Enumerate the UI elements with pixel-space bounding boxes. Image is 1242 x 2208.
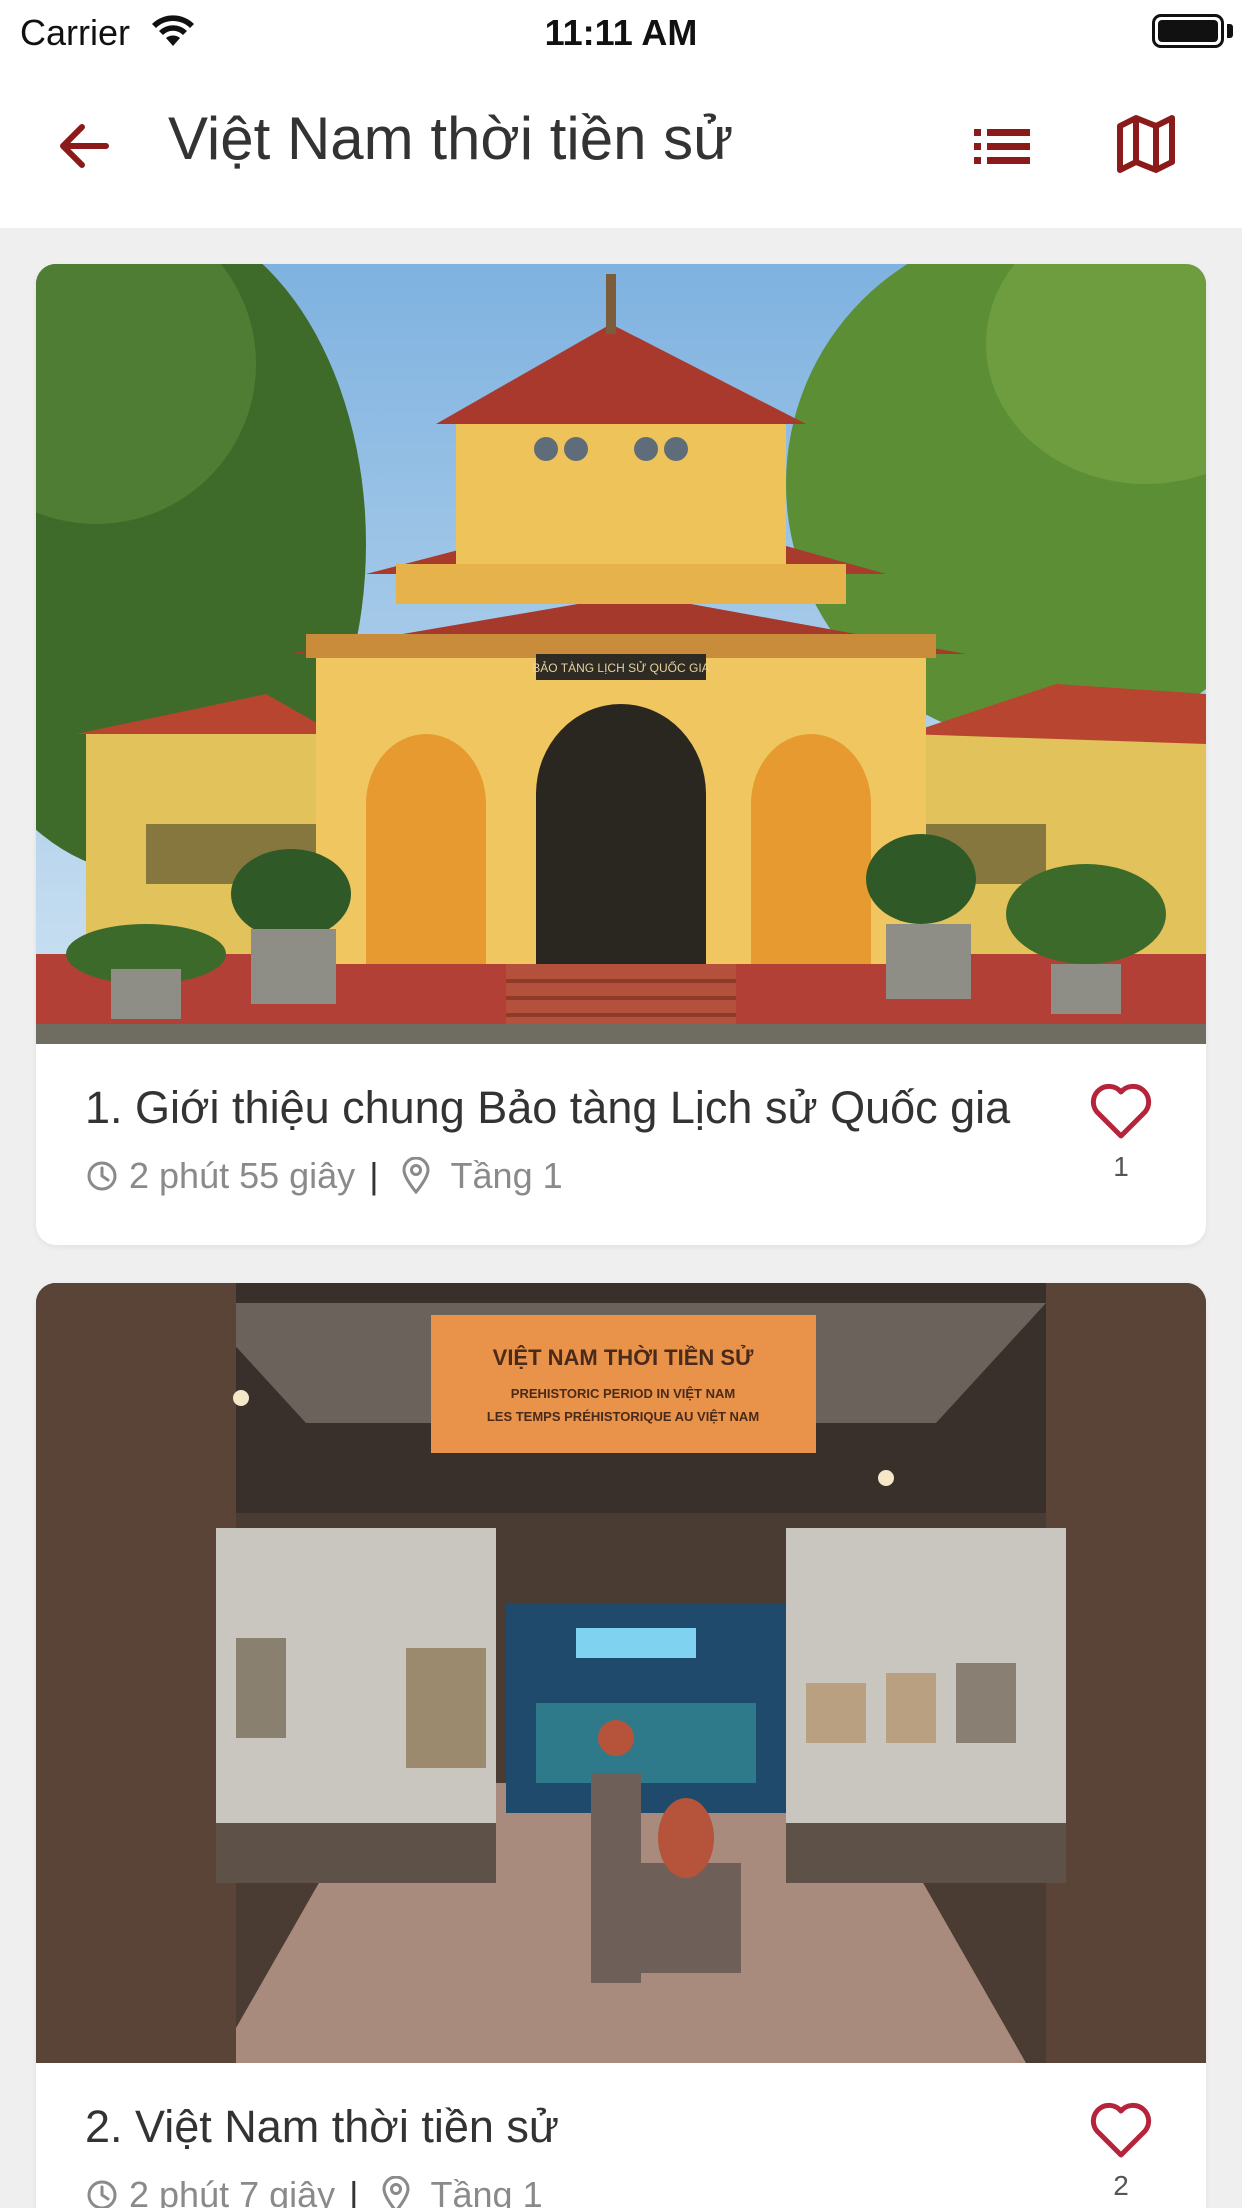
- exhibit-card[interactable]: BẢO TÀNG LỊCH SỬ QUỐC GIA 1. Giới thiệu …: [36, 264, 1206, 1245]
- page-title: Việt Nam thời tiền sử: [168, 105, 734, 172]
- card-title: 2. Việt Nam thời tiền sử: [85, 2101, 559, 2152]
- nav-bar: Việt Nam thời tiền sử: [0, 64, 1242, 228]
- battery-icon: [1152, 14, 1224, 48]
- exhibit-card[interactable]: VIỆT NAM THỜI TIỀN SỬ PREHISTORIC PERIOD…: [36, 1283, 1206, 2208]
- card-title: 1. Giới thiệu chung Bảo tàng Lịch sử Quố…: [85, 1082, 1011, 1133]
- duration-text: 2 phút 7 giây: [129, 2174, 336, 2208]
- like-group: 1: [1086, 1082, 1156, 1183]
- clock-icon: [87, 1161, 117, 1191]
- status-bar: Carrier 11:11 AM: [0, 0, 1242, 64]
- location-pin-icon: [402, 1157, 430, 1195]
- like-group: 2: [1086, 2101, 1156, 2202]
- floor-text: Tầng 1: [450, 1155, 563, 1196]
- hall-sign-en: PREHISTORIC PERIOD IN VIỆT NAM: [511, 1386, 735, 1401]
- duration-text: 2 phút 55 giây: [129, 1155, 356, 1196]
- hall-sign-title: VIỆT NAM THỜI TIỀN SỬ: [493, 1345, 754, 1370]
- like-count: 2: [1113, 2170, 1129, 2201]
- status-time: 11:11 AM: [544, 12, 698, 53]
- like-count: 1: [1113, 1151, 1129, 1182]
- meta-separator: |: [369, 1155, 379, 1196]
- museum-exterior-image: BẢO TÀNG LỊCH SỬ QUỐC GIA: [36, 264, 1206, 1044]
- map-icon[interactable]: [1114, 112, 1178, 176]
- back-arrow-icon[interactable]: [52, 114, 116, 178]
- heart-icon[interactable]: [1089, 2101, 1153, 2159]
- floor-text: Tầng 1: [430, 2174, 543, 2208]
- museum-sign-text: BẢO TÀNG LỊCH SỬ QUỐC GIA: [532, 660, 709, 675]
- card-meta: 2 phút 7 giây | Tầng 1: [85, 2171, 543, 2208]
- exhibition-hall-image: VIỆT NAM THỜI TIỀN SỬ PREHISTORIC PERIOD…: [36, 1283, 1206, 2063]
- hall-sign-fr: LES TEMPS PRÉHISTORIQUE AU VIỆT NAM: [487, 1409, 759, 1424]
- list-view-icon[interactable]: [970, 114, 1034, 178]
- clock-icon: [87, 2180, 117, 2208]
- card-meta: 2 phút 55 giây | Tầng 1: [85, 1152, 563, 1200]
- location-pin-icon: [382, 2176, 410, 2208]
- heart-icon[interactable]: [1089, 1082, 1153, 1140]
- meta-separator: |: [349, 2174, 359, 2208]
- battery-tip: [1227, 24, 1233, 38]
